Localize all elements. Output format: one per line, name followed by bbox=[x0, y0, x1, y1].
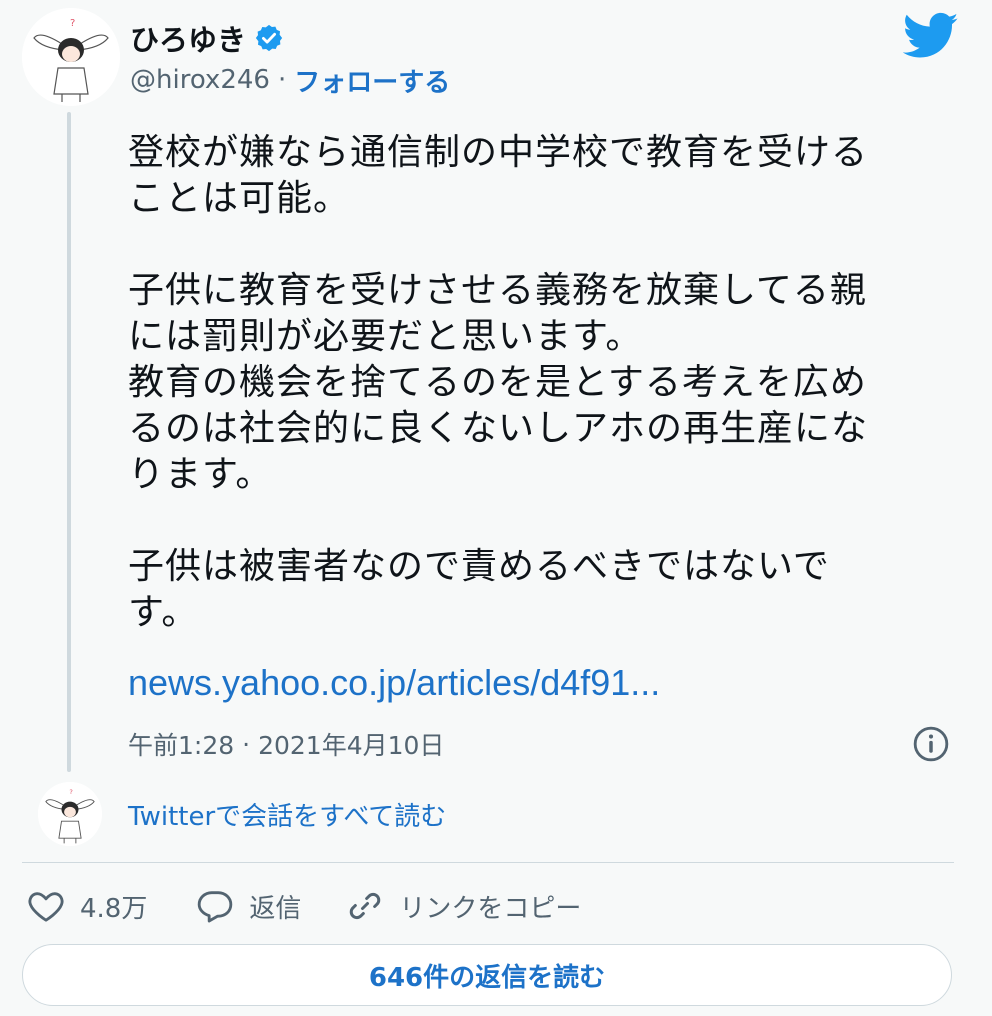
conversation-avatar: ? bbox=[38, 782, 102, 846]
read-replies-button[interactable]: 646件の返信を読む bbox=[22, 944, 952, 1006]
like-count: 4.8万 bbox=[80, 893, 148, 924]
author-name-row: ひろゆき bbox=[130, 16, 284, 60]
tweet-time: 午前1:28 bbox=[128, 731, 235, 760]
speech-bubble-icon bbox=[198, 891, 233, 923]
author-handle-row: @hirox246 · フォローする bbox=[130, 60, 450, 100]
reply-button[interactable]: 返信 bbox=[195, 886, 301, 926]
author-handle[interactable]: @hirox246 bbox=[130, 65, 270, 95]
divider bbox=[22, 862, 954, 863]
follow-link[interactable]: フォローする bbox=[294, 62, 450, 99]
separator-dot: · bbox=[242, 729, 251, 759]
embedded-tweet-card: ? ひろゆき @hirox246 · フォローする 登校が嫌なら通信制の中学校で bbox=[0, 0, 992, 1016]
tweet-actions: 4.8万 返信 リンクをコピー bbox=[22, 880, 581, 932]
copy-link-label: リンクをコピー bbox=[399, 893, 582, 924]
svg-text:?: ? bbox=[70, 18, 75, 29]
author-avatar[interactable]: ? bbox=[22, 8, 120, 106]
thread-line bbox=[67, 112, 71, 772]
tweet-text: 登校が嫌なら通信制の中学校で教育を受ける ことは可能。 子供に教育を受けさせる義… bbox=[128, 132, 869, 633]
like-button[interactable]: 4.8万 bbox=[26, 886, 147, 926]
tweet-url-link[interactable]: news.yahoo.co.jp/articles/d4f91... bbox=[128, 662, 660, 704]
verified-badge-icon bbox=[254, 23, 284, 53]
tweet-timestamp[interactable]: 午前1:28 · 2021年4月10日 bbox=[128, 724, 444, 764]
info-icon[interactable] bbox=[912, 725, 950, 763]
heart-icon bbox=[28, 892, 64, 922]
author-display-name[interactable]: ひろゆき bbox=[130, 17, 246, 59]
chain-link-icon bbox=[350, 892, 381, 920]
separator-dot: · bbox=[277, 65, 287, 95]
copy-link-button[interactable]: リンクをコピー bbox=[345, 886, 581, 926]
reply-label: 返信 bbox=[249, 893, 302, 924]
tweet-date: 2021年4月10日 bbox=[258, 731, 445, 760]
read-conversation-link[interactable]: Twitterで会話をすべて読む bbox=[128, 796, 446, 833]
twitter-bird-icon[interactable] bbox=[902, 12, 959, 60]
svg-text:?: ? bbox=[69, 788, 72, 796]
